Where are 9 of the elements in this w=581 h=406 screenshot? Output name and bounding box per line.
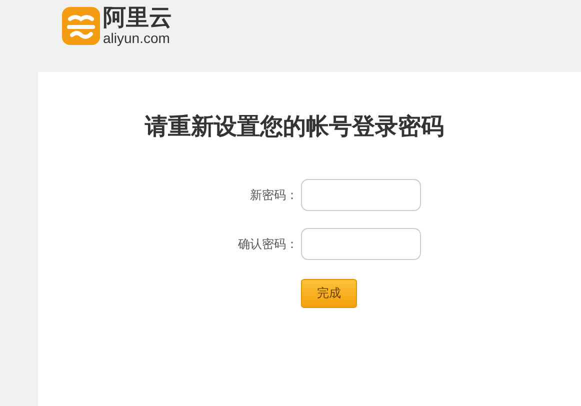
cloud-logo-icon bbox=[62, 7, 100, 45]
logo-domain: aliyun.com bbox=[103, 31, 171, 46]
logo-name: 阿里云 bbox=[103, 6, 172, 31]
password-field[interactable] bbox=[301, 179, 421, 211]
page-title: 请重新设置您的帐号登录密码 bbox=[145, 113, 445, 142]
password-field[interactable] bbox=[301, 228, 421, 260]
field-label: 确认密码： bbox=[237, 236, 298, 252]
field-label: 新密码： bbox=[249, 186, 298, 204]
submit-button[interactable]: 完成 bbox=[301, 279, 357, 308]
